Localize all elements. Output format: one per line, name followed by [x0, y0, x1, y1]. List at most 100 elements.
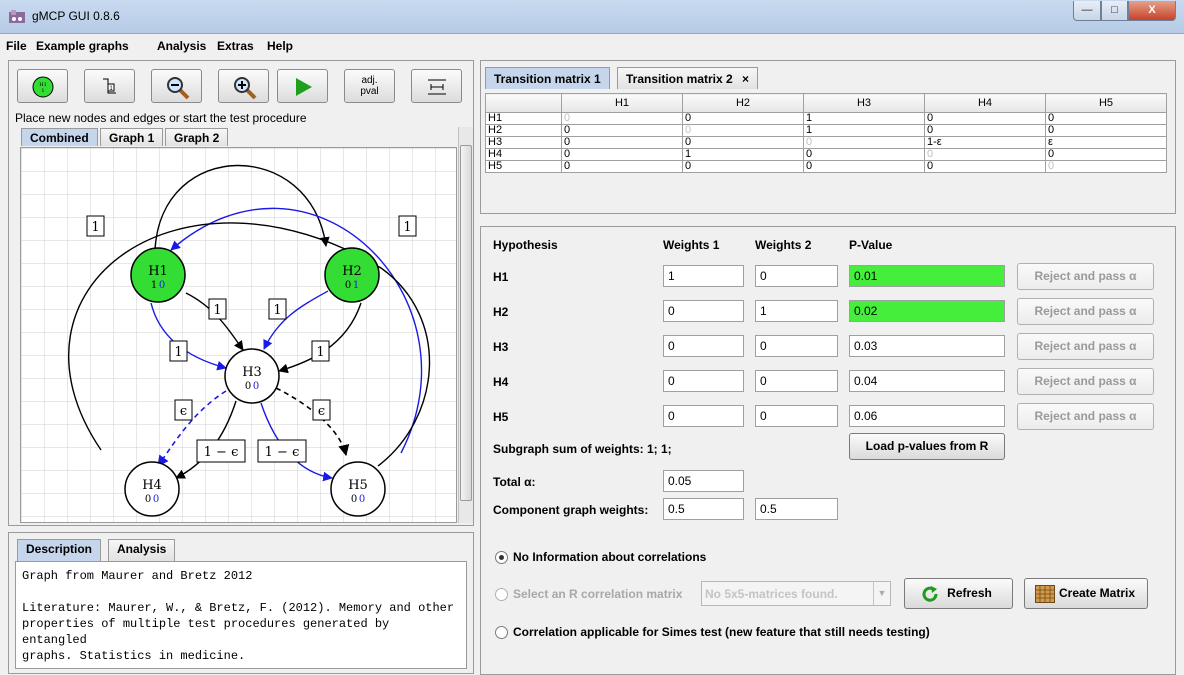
weight-2-input[interactable]: 0	[755, 370, 838, 392]
p-value-input[interactable]: 0.01	[849, 265, 1005, 287]
adj-pval-label-2: pval	[360, 86, 379, 97]
graph-canvas[interactable]: 1 1 1 1 1 1 ϵ ϵ 1 − ϵ 1 − ϵ H1 1 0 H2 0 …	[20, 147, 457, 523]
tab-combined[interactable]: Combined	[21, 128, 98, 146]
tm-cell[interactable]: 1-ε	[924, 136, 1046, 149]
node-h3-w1: 0	[245, 381, 251, 392]
tm-row: H4 0 1 0 0 0	[485, 148, 1167, 161]
tab-graph-1[interactable]: Graph 1	[100, 128, 164, 146]
zoom-in-button[interactable]	[218, 69, 269, 103]
node-h4-w1: 0	[145, 494, 151, 505]
component-weight-1-input[interactable]: 0.5	[663, 498, 744, 520]
tm-cell[interactable]: 0	[682, 136, 804, 149]
reject-and-pass-button[interactable]: Reject and pass α	[1017, 333, 1154, 360]
p-value-input[interactable]: 0.02	[849, 300, 1005, 322]
weight-1-input[interactable]: 0	[663, 335, 744, 357]
edge-label-4: 1	[273, 303, 281, 318]
tm-cell[interactable]: 0	[803, 160, 925, 173]
node-h1-w2: 0	[159, 280, 165, 291]
add-edge-button[interactable]: 1	[84, 69, 135, 103]
adj-pval-button[interactable]: adj. pval	[344, 69, 395, 103]
weight-2-input[interactable]: 0	[755, 335, 838, 357]
radio-no-correlation[interactable]	[495, 551, 508, 564]
tm-cell[interactable]: 0	[924, 160, 1046, 173]
description-line-3: properties of multiple test procedures g…	[22, 617, 390, 647]
tm-cell[interactable]: 0	[924, 148, 1046, 161]
weight-1-input[interactable]: 1	[663, 265, 744, 287]
minimize-button[interactable]: —	[1073, 1, 1101, 21]
edge-label-eps-2: ϵ	[318, 404, 325, 419]
weight-2-input[interactable]: 0	[755, 405, 838, 427]
tm-cell[interactable]: 0	[561, 160, 683, 173]
tm-cell[interactable]: 0	[924, 112, 1046, 125]
add-node-button[interactable]: H1 1	[17, 69, 68, 103]
radio-simes[interactable]	[495, 626, 508, 639]
tm-cell[interactable]: 0	[1045, 112, 1167, 125]
create-matrix-button[interactable]: Create Matrix	[1024, 578, 1148, 609]
weight-1-input[interactable]: 0	[663, 300, 744, 322]
tab-graph-2[interactable]: Graph 2	[165, 128, 229, 146]
tab-transition-matrix-1[interactable]: Transition matrix 1	[485, 67, 610, 89]
graph-scrollbar[interactable]	[458, 127, 473, 523]
weight-1-input[interactable]: 0	[663, 405, 744, 427]
close-button[interactable]: X	[1128, 1, 1176, 21]
tm-cell[interactable]: 0	[682, 124, 804, 137]
reject-and-pass-button[interactable]: Reject and pass α	[1017, 298, 1154, 325]
menu-help[interactable]: Help	[267, 39, 293, 53]
zoom-out-button[interactable]	[151, 69, 202, 103]
reject-and-pass-button[interactable]: Reject and pass α	[1017, 263, 1154, 290]
layout-icon	[428, 79, 446, 95]
tm-cell[interactable]: 0	[803, 136, 925, 149]
load-p-values-button[interactable]: Load p-values from R	[849, 433, 1005, 460]
refresh-button[interactable]: Refresh	[904, 578, 1013, 609]
tm-cell[interactable]: 0	[561, 124, 683, 137]
start-test-button[interactable]	[277, 69, 328, 103]
node-h4-w2: 0	[153, 494, 159, 505]
weight-2-input[interactable]: 0	[755, 265, 838, 287]
reject-and-pass-button[interactable]: Reject and pass α	[1017, 403, 1154, 430]
reject-and-pass-button[interactable]: Reject and pass α	[1017, 368, 1154, 395]
component-weight-2-input[interactable]: 0.5	[755, 498, 838, 520]
tab-analysis[interactable]: Analysis	[108, 539, 176, 561]
menu-extras[interactable]: Extras	[217, 39, 254, 53]
correlation-matrix-select[interactable]: No 5x5-matrices found. ▼	[701, 581, 891, 606]
edge-label-eps-1: ϵ	[180, 404, 187, 419]
tm-cell[interactable]: 0	[1045, 148, 1167, 161]
tm-cell[interactable]: 0	[682, 112, 804, 125]
chevron-down-icon[interactable]: ▼	[873, 582, 890, 605]
radio-r-correlation[interactable]	[495, 588, 508, 601]
tm-cell[interactable]: 0	[682, 160, 804, 173]
description-panel: Description Analysis Graph from Maurer a…	[8, 532, 474, 674]
p-value-input[interactable]: 0.06	[849, 405, 1005, 427]
node-h1: H1 1 0	[130, 247, 186, 303]
tm-cell[interactable]: 1	[803, 112, 925, 125]
description-text[interactable]: Graph from Maurer and Bretz 2012 Literat…	[15, 561, 467, 669]
close-tab-icon[interactable]: ×	[742, 72, 749, 86]
node-h3-label: H3	[242, 365, 262, 380]
tm-cell[interactable]: 0	[924, 124, 1046, 137]
tm-cell[interactable]: 0	[561, 136, 683, 149]
layout-button[interactable]	[411, 69, 462, 103]
maximize-button[interactable]: □	[1101, 1, 1128, 21]
transition-matrix-table[interactable]: H1 H2 H3 H4 H5 H1 0 0 1 0 0 H2 0 0 1 0 0 H3 0 0 0 1-ε ε H4 0 1 0 0…	[485, 93, 1167, 173]
tm-cell[interactable]: 0	[803, 148, 925, 161]
p-value-input[interactable]: 0.03	[849, 335, 1005, 357]
tm-cell[interactable]: 1	[682, 148, 804, 161]
tab-description[interactable]: Description	[17, 539, 102, 561]
tab-transition-matrix-2[interactable]: Transition matrix 2 ×	[617, 67, 759, 89]
weights-1-header: Weights 1	[663, 238, 720, 252]
weight-1-input[interactable]: 0	[663, 370, 744, 392]
tm-cell[interactable]: 0	[561, 148, 683, 161]
p-value-input[interactable]: 0.04	[849, 370, 1005, 392]
tm-cell[interactable]: ε	[1045, 136, 1167, 149]
tm-row-header: H4	[485, 148, 562, 161]
tm-cell[interactable]: 0	[561, 112, 683, 125]
menu-file[interactable]: File	[6, 39, 27, 53]
tm-cell[interactable]: 0	[1045, 124, 1167, 137]
total-alpha-input[interactable]: 0.05	[663, 470, 744, 492]
tm-cell[interactable]: 0	[1045, 160, 1167, 173]
tm-cell[interactable]: 1	[803, 124, 925, 137]
weight-2-input[interactable]: 1	[755, 300, 838, 322]
menu-example-graphs[interactable]: Example graphs	[36, 39, 129, 53]
menu-analysis[interactable]: Analysis	[157, 39, 206, 53]
graph-scrollbar-thumb[interactable]	[460, 145, 472, 501]
